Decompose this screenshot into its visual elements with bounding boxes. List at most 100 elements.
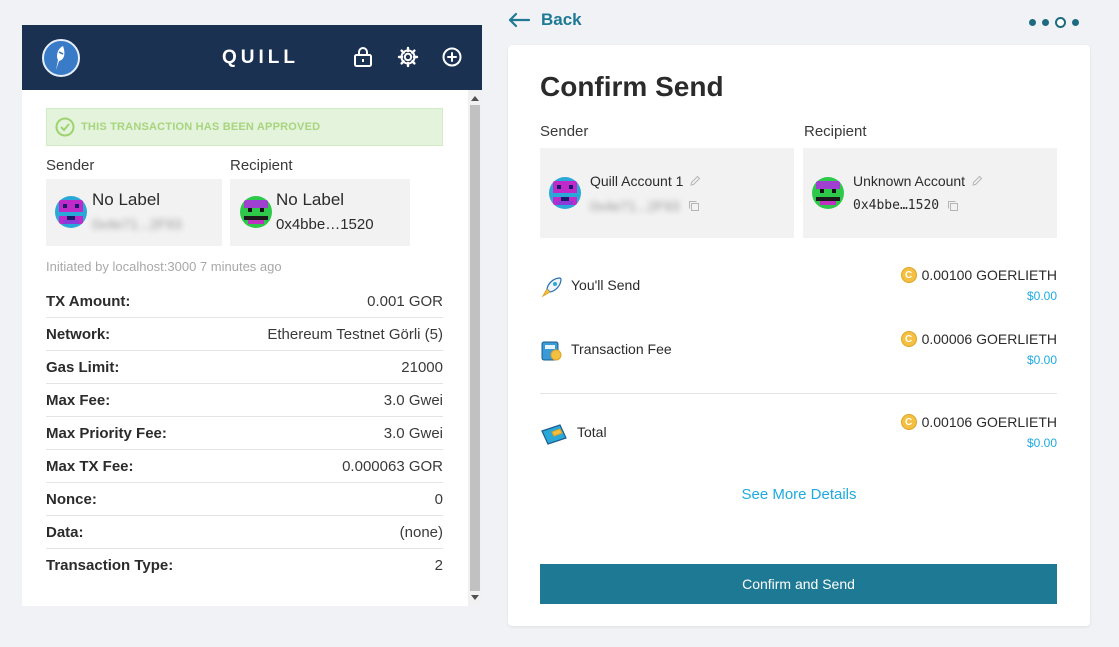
step-dot — [1042, 19, 1049, 26]
gear-icon[interactable] — [397, 46, 419, 68]
rocket-icon — [541, 277, 562, 298]
send-label: You'll Send — [571, 277, 641, 293]
sender-name: No Label — [92, 190, 161, 209]
detail-value: 0.000063 GOR — [342, 457, 443, 475]
detail-key: Max TX Fee: — [46, 457, 134, 475]
detail-value: 0 — [434, 490, 443, 508]
pencil-icon[interactable] — [689, 175, 701, 187]
send-amount-text: 0.00100 GOERLIETH — [921, 267, 1057, 283]
detail-value: Ethereum Testnet Görli (5) — [267, 325, 443, 343]
total-amount-text: 0.00106 GOERLIETH — [921, 414, 1057, 430]
recipient-address-row: 0x4bbe…1520 — [853, 198, 959, 213]
extension-body: THIS TRANSACTION HAS BEEN APPROVED Sende… — [22, 90, 482, 606]
detail-row: Network: Ethereum Testnet Görli (5) — [46, 318, 443, 351]
copy-icon[interactable] — [947, 200, 959, 212]
fee-usd: $0.00 — [1026, 353, 1057, 367]
total-amount: C 0.00106 GOERLIETH — [900, 414, 1057, 430]
recipient-label: Recipient — [804, 123, 867, 140]
recipient-name: No Label — [276, 190, 345, 209]
detail-key: TX Amount: — [46, 292, 131, 310]
detail-row: TX Amount: 0.001 GOR — [46, 285, 443, 318]
sender-address: 0x4e71...2F93 — [92, 216, 182, 232]
extension-header: QUILL — [22, 25, 482, 90]
sender-label: Sender — [46, 157, 95, 174]
fee-amount: C 0.00006 GOERLIETH — [900, 331, 1057, 347]
divider — [540, 393, 1057, 394]
back-label: Back — [541, 10, 582, 29]
scroll-down-arrow-icon[interactable] — [471, 595, 479, 600]
sender-label: Sender — [540, 123, 589, 140]
coin-icon: C — [900, 267, 917, 283]
plus-circle-icon[interactable] — [441, 46, 463, 68]
detail-value: 3.0 Gwei — [383, 391, 443, 409]
recipient-name: Unknown Account — [853, 173, 966, 189]
detail-value: (none) — [399, 523, 443, 541]
detail-row: Data: (none) — [46, 516, 443, 549]
recipient-address: 0x4bbe…1520 — [276, 216, 374, 233]
quill-logo-icon — [42, 39, 80, 77]
scrollbar[interactable] — [468, 90, 482, 606]
detail-row: Max TX Fee: 0.000063 GOR — [46, 450, 443, 483]
step-dot — [1029, 19, 1036, 26]
pencil-icon[interactable] — [971, 175, 983, 187]
fee-line-item: Transaction Fee C 0.00006 GOERLIETH $0.00 — [540, 329, 1057, 373]
detail-row: Gas Limit: 21000 — [46, 351, 443, 384]
page-title: Confirm Send — [540, 71, 724, 102]
coin-icon: C — [900, 414, 917, 430]
total-line-item: Total C 0.00106 GOERLIETH $0.00 — [540, 412, 1057, 456]
fee-calculator-icon — [541, 341, 562, 361]
recipient-address: 0x4bbe…1520 — [853, 198, 940, 213]
detail-key: Max Priority Fee: — [46, 424, 167, 442]
sender-account-name: Quill Account 1 — [590, 173, 701, 189]
sender-name: Quill Account 1 — [590, 173, 684, 189]
sender-avatar — [549, 177, 581, 209]
send-amount: C 0.00100 GOERLIETH — [900, 267, 1057, 283]
send-usd: $0.00 — [1026, 289, 1057, 303]
fee-amount-text: 0.00006 GOERLIETH — [921, 331, 1057, 347]
detail-key: Gas Limit: — [46, 358, 120, 376]
copy-icon[interactable] — [688, 200, 700, 212]
sender-card: Quill Account 1 0x4e71...2F93 — [540, 148, 794, 238]
recipient-account-name: Unknown Account — [853, 173, 983, 189]
total-label: Total — [577, 424, 607, 440]
detail-row: Max Priority Fee: 3.0 Gwei — [46, 417, 443, 450]
initiated-text: Initiated by localhost:3000 7 minutes ag… — [46, 259, 282, 274]
scroll-thumb[interactable] — [470, 105, 480, 591]
scroll-up-arrow-icon[interactable] — [471, 96, 479, 101]
confirm-send-card: Confirm Send Sender Recipient Quill Acco… — [508, 45, 1090, 626]
recipient-card: No Label 0x4bbe…1520 — [230, 179, 410, 246]
detail-value: 2 — [434, 557, 443, 574]
recipient-label: Recipient — [230, 157, 293, 174]
fee-label: Transaction Fee — [571, 341, 672, 357]
check-circle-icon — [55, 117, 75, 137]
extension-title: QUILL — [222, 47, 299, 68]
sender-address: 0x4e71...2F93 — [590, 198, 680, 214]
coin-icon: C — [900, 331, 917, 347]
detail-row: Transaction Type: 2 — [46, 549, 443, 582]
step-dot-current — [1055, 17, 1066, 28]
step-indicator — [1029, 17, 1079, 28]
recipient-card: Unknown Account 0x4bbe…1520 — [803, 148, 1057, 238]
back-button[interactable]: Back — [507, 10, 582, 30]
lock-icon[interactable] — [352, 46, 374, 68]
wallet-icon — [541, 424, 567, 445]
detail-value: 21000 — [401, 358, 443, 376]
extension-popup: QUILL THIS TRANSACTION HAS BEEN APPROVED… — [22, 25, 482, 606]
arrow-left-icon — [508, 12, 531, 28]
approved-banner: THIS TRANSACTION HAS BEEN APPROVED — [46, 108, 443, 146]
step-dot — [1072, 19, 1079, 26]
detail-key: Data: — [46, 523, 84, 541]
sender-card: No Label 0x4e71...2F93 — [46, 179, 222, 246]
total-usd: $0.00 — [1026, 436, 1057, 450]
sender-address-row: 0x4e71...2F93 — [590, 198, 700, 214]
detail-key: Transaction Type: — [46, 557, 174, 574]
approved-text: THIS TRANSACTION HAS BEEN APPROVED — [81, 121, 321, 133]
detail-value: 0.001 GOR — [367, 292, 443, 310]
detail-row: Nonce: 0 — [46, 483, 443, 516]
recipient-avatar — [240, 196, 272, 228]
detail-key: Network: — [46, 325, 111, 343]
see-more-details-link[interactable]: See More Details — [508, 486, 1090, 503]
sender-avatar — [55, 196, 87, 228]
confirm-and-send-button[interactable]: Confirm and Send — [540, 564, 1057, 604]
detail-key: Max Fee: — [46, 391, 111, 409]
